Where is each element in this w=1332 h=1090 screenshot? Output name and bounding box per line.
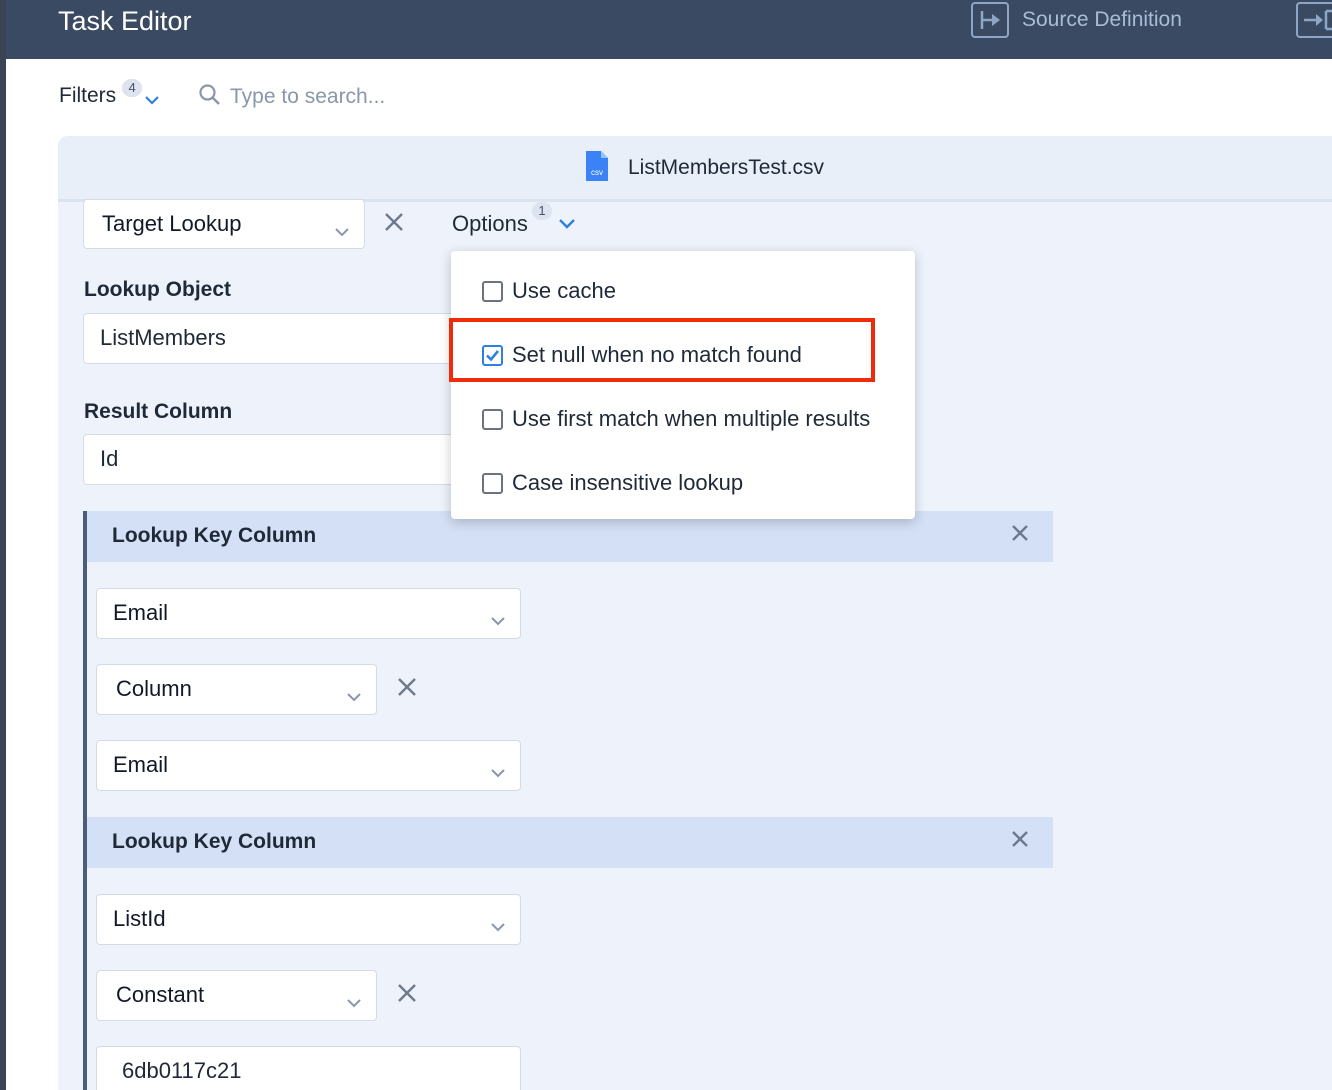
source-definition-button[interactable]: Source Definition bbox=[1022, 8, 1182, 32]
filters-button[interactable]: Filters 4 bbox=[59, 79, 160, 111]
options-button[interactable]: Options bbox=[452, 211, 528, 237]
chevron-down-icon bbox=[334, 217, 350, 243]
file-name: ListMembersTest.csv bbox=[628, 156, 825, 179]
chevron-down-icon bbox=[490, 606, 506, 632]
task-type-select[interactable]: Target Lookup bbox=[83, 199, 365, 249]
options-dropdown: Use cache Set null when no match found U… bbox=[451, 251, 915, 519]
lookup-object-value: ListMembers bbox=[100, 325, 226, 350]
remove-lookup-key-button[interactable] bbox=[1010, 829, 1030, 854]
remove-lookup-key-button[interactable] bbox=[1010, 523, 1030, 548]
chevron-down-icon bbox=[490, 758, 506, 784]
collapse-panel-icon[interactable] bbox=[1296, 2, 1332, 38]
lookup-key-title: Lookup Key Column bbox=[112, 524, 317, 547]
page-title: Task Editor bbox=[58, 6, 192, 36]
window-left-edge bbox=[0, 0, 6, 1090]
filters-count-badge: 4 bbox=[122, 79, 143, 97]
key-column-select[interactable]: ListId bbox=[96, 894, 521, 945]
task-type-value: Target Lookup bbox=[102, 211, 242, 236]
source-type-value: Column bbox=[116, 676, 192, 701]
key-column-value: Email bbox=[113, 600, 169, 625]
key-column-value: ListId bbox=[113, 906, 166, 931]
checkbox-icon[interactable] bbox=[482, 408, 503, 430]
result-column-label: Result Column bbox=[84, 400, 233, 423]
option-use-cache[interactable]: Use cache bbox=[482, 278, 616, 304]
option-label: Use cache bbox=[512, 278, 616, 303]
source-definition-icon[interactable] bbox=[971, 2, 1009, 38]
option-use-first-match[interactable]: Use first match when multiple results bbox=[482, 406, 870, 432]
highlight-box bbox=[449, 318, 875, 382]
svg-text:csv: csv bbox=[591, 168, 603, 177]
source-value-select[interactable]: Email bbox=[96, 740, 521, 791]
result-column-value: Id bbox=[100, 446, 119, 471]
app-header: Task Editor Source Definition bbox=[6, 0, 1332, 59]
file-header: csv ListMembersTest.csv bbox=[58, 136, 1332, 202]
source-type-select[interactable]: Constant bbox=[96, 970, 377, 1021]
chevron-down-icon bbox=[346, 988, 362, 1014]
remove-source-button[interactable] bbox=[396, 982, 420, 1006]
source-value: Email bbox=[113, 752, 169, 777]
constant-value: 6db0117c21 bbox=[122, 1058, 242, 1083]
chevron-down-icon bbox=[490, 912, 506, 938]
lookup-object-label: Lookup Object bbox=[84, 278, 231, 301]
option-case-insensitive[interactable]: Case insensitive lookup bbox=[482, 470, 743, 496]
lookup-key-title: Lookup Key Column bbox=[112, 830, 317, 853]
constant-value-field[interactable]: 6db0117c21 bbox=[96, 1046, 521, 1090]
lookup-key-header: Lookup Key Column bbox=[87, 817, 1053, 868]
chevron-down-icon bbox=[144, 87, 160, 111]
remove-source-button[interactable] bbox=[396, 676, 420, 700]
chevron-down-icon[interactable] bbox=[558, 216, 576, 234]
search-input[interactable] bbox=[230, 82, 550, 112]
remove-task-button[interactable] bbox=[383, 211, 407, 235]
search-icon bbox=[198, 83, 222, 112]
option-label: Use first match when multiple results bbox=[512, 406, 871, 431]
option-label: Case insensitive lookup bbox=[512, 470, 744, 495]
key-column-select[interactable]: Email bbox=[96, 588, 521, 639]
checkbox-icon[interactable] bbox=[482, 472, 503, 494]
csv-file-icon: csv bbox=[584, 150, 610, 187]
chevron-down-icon bbox=[346, 682, 362, 708]
options-count-badge: 1 bbox=[532, 202, 552, 220]
filters-label: Filters bbox=[59, 84, 117, 107]
checkbox-icon[interactable] bbox=[482, 280, 503, 302]
source-type-value: Constant bbox=[116, 982, 205, 1007]
source-type-select[interactable]: Column bbox=[96, 664, 377, 715]
